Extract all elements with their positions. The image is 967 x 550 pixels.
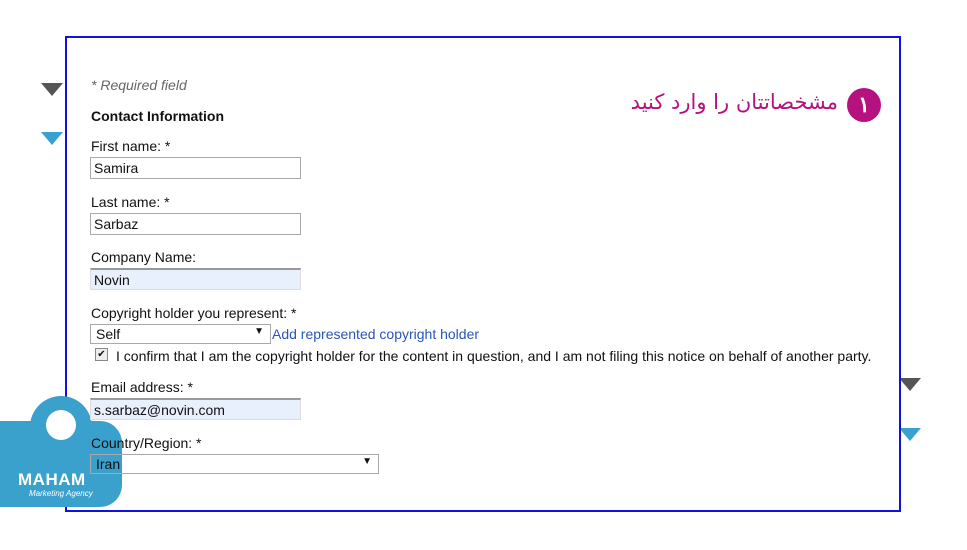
- triangle-marker-icon: [899, 378, 921, 391]
- company-input[interactable]: Novin: [90, 268, 301, 290]
- logo-tagline: Marketing Agency: [29, 489, 93, 498]
- holder-value: Self: [96, 326, 121, 342]
- last-name-input[interactable]: Sarbaz: [90, 213, 301, 235]
- required-note: * Required field: [91, 77, 187, 93]
- last-name-label: Last name: *: [91, 194, 170, 210]
- first-name-input[interactable]: Samira: [90, 157, 301, 179]
- email-label: Email address: *: [91, 379, 193, 395]
- triangle-marker-icon: [41, 132, 63, 145]
- dropdown-arrow-icon: ▼: [254, 326, 264, 337]
- triangle-marker-icon: [899, 428, 921, 441]
- holder-select[interactable]: Self ▼: [90, 324, 271, 344]
- section-title: Contact Information: [91, 108, 224, 124]
- company-label: Company Name:: [91, 249, 197, 265]
- country-label: Country/Region: *: [91, 435, 202, 451]
- country-select[interactable]: Iran ▼: [90, 454, 379, 474]
- logo-mark-icon: [30, 396, 92, 458]
- logo-name: MAHAM: [18, 470, 86, 489]
- triangle-marker-icon: [41, 83, 63, 96]
- country-value: Iran: [96, 456, 121, 472]
- holder-label: Copyright holder you represent: *: [91, 305, 297, 321]
- email-input[interactable]: s.sarbaz@novin.com: [90, 398, 301, 420]
- first-name-label: First name: *: [91, 138, 171, 154]
- dropdown-arrow-icon: ▼: [362, 456, 372, 467]
